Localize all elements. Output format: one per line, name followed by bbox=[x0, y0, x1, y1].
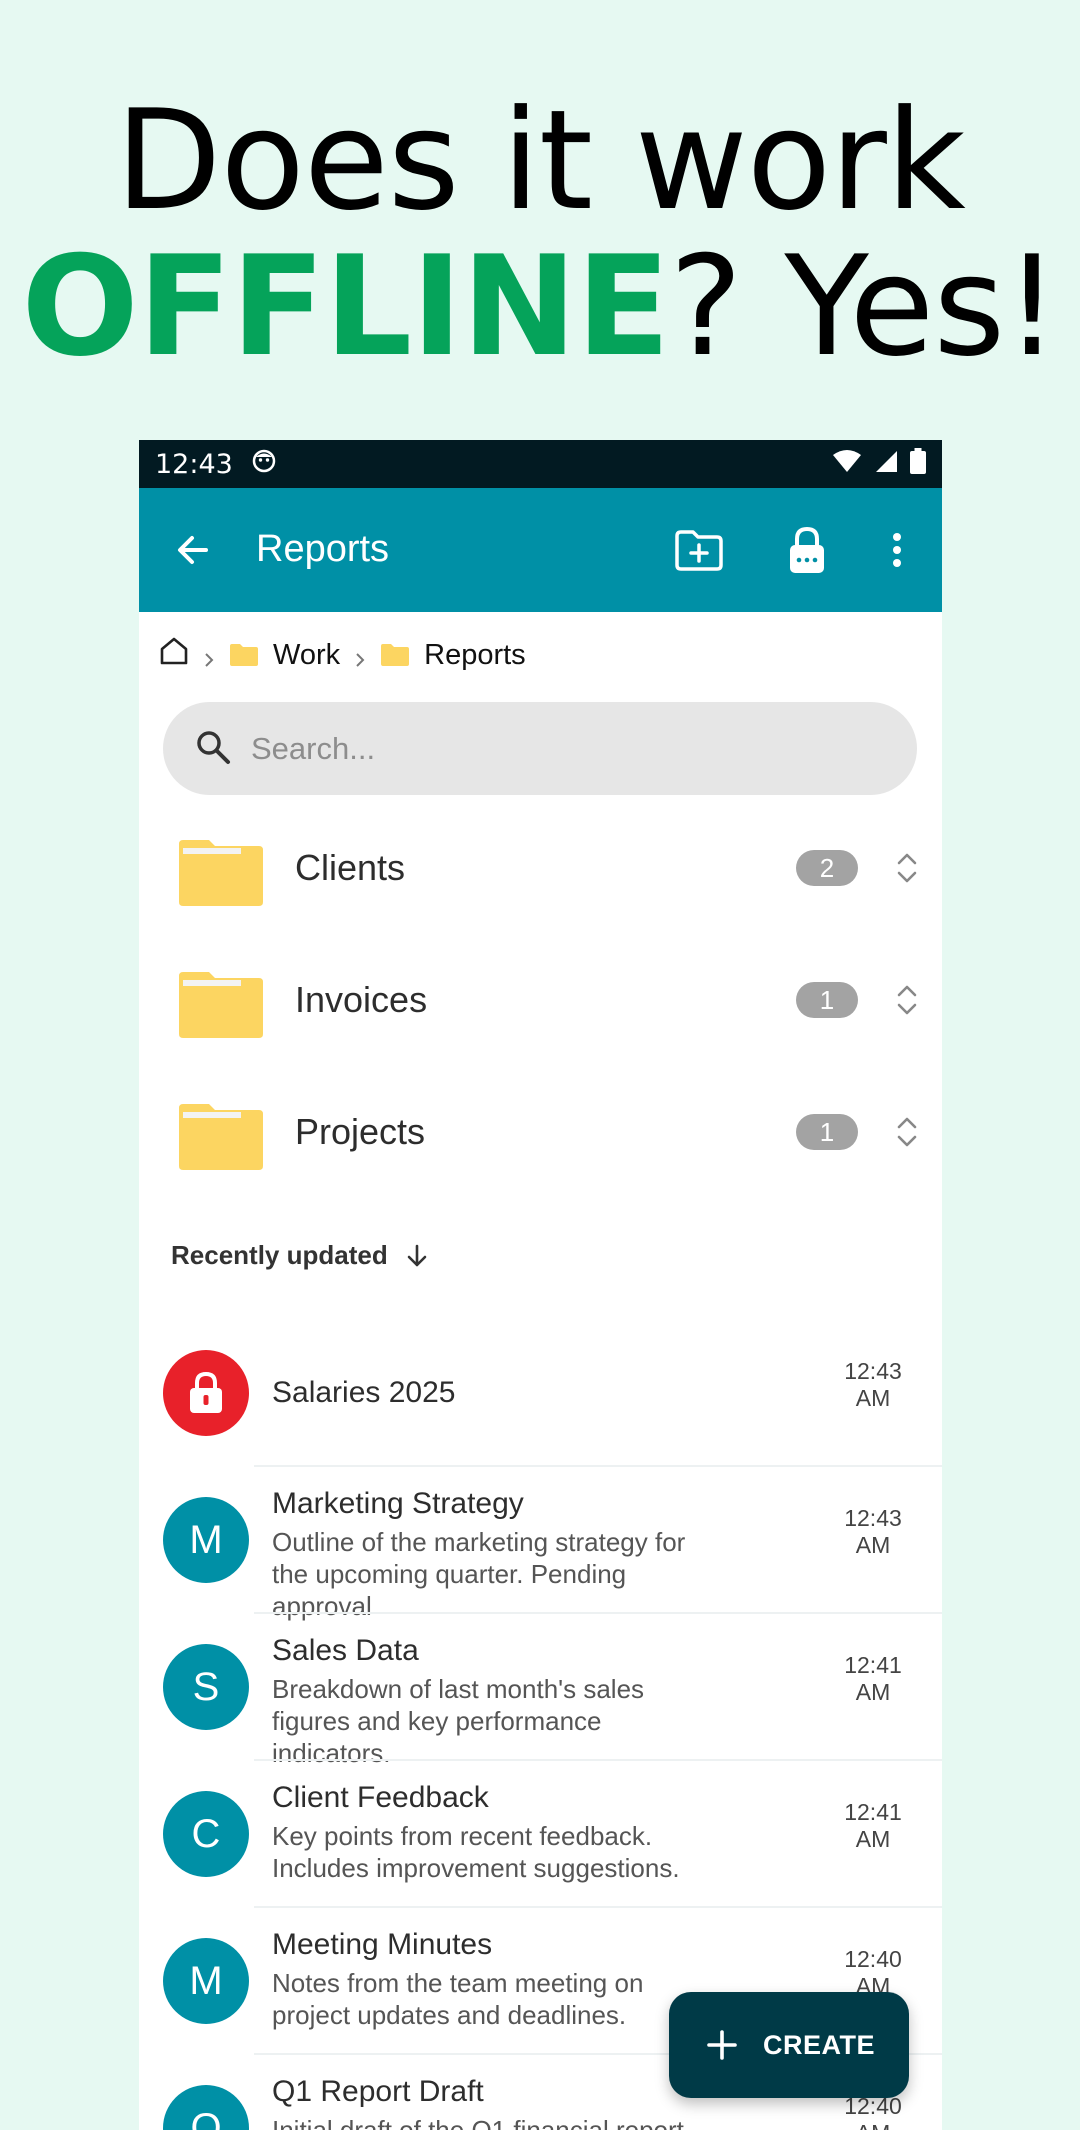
breadcrumb-label: Work bbox=[273, 638, 341, 671]
home-icon[interactable] bbox=[159, 636, 189, 674]
lock-icon[interactable] bbox=[781, 524, 833, 576]
create-button-label: CREATE bbox=[763, 2029, 876, 2060]
folder-count-badge: 1 bbox=[796, 982, 858, 1018]
avatar: M bbox=[163, 1497, 249, 1583]
avatar: M bbox=[163, 1938, 249, 2024]
search-bar[interactable] bbox=[163, 702, 917, 795]
folder-name: Invoices bbox=[295, 979, 428, 1020]
headline-line-2: OFFLINE? Yes! bbox=[0, 234, 1080, 380]
phone-screen: 12:43 Reports Work Reports Search... Cli… bbox=[139, 440, 942, 2130]
headline: Does it work OFFLINE? Yes! bbox=[0, 88, 1080, 380]
folder-icon bbox=[179, 972, 263, 1038]
note-time: 12:40 AM bbox=[844, 2093, 902, 2130]
breadcrumb-label: Reports bbox=[424, 638, 526, 671]
search-input[interactable] bbox=[251, 730, 851, 767]
lock-icon bbox=[190, 1371, 222, 1413]
folder-icon bbox=[179, 840, 263, 906]
back-arrow-icon[interactable] bbox=[173, 530, 213, 570]
note-time: 12:43 AM bbox=[844, 1358, 902, 1411]
note-title: Sales Data bbox=[272, 1634, 419, 1667]
headline-accent: OFFLINE bbox=[21, 226, 670, 387]
app-bar-title: Reports bbox=[256, 528, 390, 570]
search-icon bbox=[195, 729, 231, 769]
folder-icon bbox=[179, 1104, 263, 1170]
note-item[interactable]: M Marketing Strategy Outline of the mark… bbox=[139, 1467, 942, 1621]
note-item[interactable]: Salaries 2025 12:43 AM bbox=[139, 1320, 942, 1467]
arrow-down-icon bbox=[407, 1244, 427, 1266]
note-time: 12:41 AM bbox=[844, 1652, 902, 1705]
create-button[interactable]: CREATE bbox=[669, 1992, 909, 2098]
note-title: Client Feedback bbox=[272, 1781, 489, 1814]
note-preview: Breakdown of last month's sales figures … bbox=[272, 1674, 645, 1768]
avatar: S bbox=[163, 1644, 249, 1730]
note-preview: Initial draft of the Q1 financial report… bbox=[272, 2115, 692, 2130]
folder-name: Clients bbox=[295, 847, 406, 888]
folder-count-badge: 2 bbox=[796, 850, 858, 886]
app-bar: Reports bbox=[139, 488, 942, 612]
note-title: Meeting Minutes bbox=[272, 1928, 493, 1961]
note-title: Q1 Report Draft bbox=[272, 2075, 484, 2108]
folder-name: Projects bbox=[295, 1111, 426, 1152]
sort-label: Recently updated bbox=[171, 1240, 388, 1270]
headline-rest: ? Yes! bbox=[669, 226, 1059, 387]
note-item[interactable]: C Client Feedback Key points from recent… bbox=[139, 1761, 942, 1908]
note-title: Salaries 2025 bbox=[272, 1376, 456, 1409]
folder-item-clients[interactable]: Clients 2 bbox=[139, 802, 942, 934]
more-vert-icon[interactable] bbox=[871, 524, 923, 576]
folder-icon bbox=[230, 644, 258, 666]
unfold-icon[interactable] bbox=[894, 1115, 920, 1149]
breadcrumb-item-work[interactable]: Work bbox=[229, 639, 340, 672]
wifi-icon bbox=[832, 449, 862, 480]
unfold-icon[interactable] bbox=[894, 983, 920, 1017]
status-time: 12:43 bbox=[155, 448, 233, 480]
folder-icon bbox=[381, 644, 410, 666]
chevron-right-icon bbox=[352, 645, 368, 667]
plus-icon bbox=[707, 2030, 737, 2060]
note-preview: Outline of the marketing strategy for th… bbox=[272, 1527, 686, 1621]
note-time: 12:43 AM bbox=[844, 1505, 902, 1558]
chevron-right-icon bbox=[201, 645, 217, 667]
note-preview: Key points from recent feedback. Include… bbox=[272, 1821, 680, 1883]
breadcrumb-item-reports[interactable]: Reports bbox=[380, 639, 526, 672]
note-item[interactable]: S Sales Data Breakdown of last month's s… bbox=[139, 1614, 942, 1768]
status-bar: 12:43 bbox=[139, 440, 942, 488]
folder-count-badge: 1 bbox=[796, 1114, 858, 1150]
battery-icon bbox=[910, 447, 926, 481]
unfold-icon[interactable] bbox=[894, 851, 920, 885]
face-icon bbox=[251, 448, 277, 481]
signal-icon bbox=[874, 449, 898, 480]
avatar: Q bbox=[163, 2085, 249, 2130]
folder-item-projects[interactable]: Projects 1 bbox=[139, 1066, 942, 1198]
sort-selector[interactable]: Recently updated bbox=[171, 1240, 428, 1271]
breadcrumb: Work Reports bbox=[139, 625, 942, 685]
folder-item-invoices[interactable]: Invoices 1 bbox=[139, 934, 942, 1066]
note-title: Marketing Strategy bbox=[272, 1487, 524, 1520]
note-time: 12:41 AM bbox=[844, 1799, 902, 1852]
avatar: C bbox=[163, 1791, 249, 1877]
headline-line-1: Does it work bbox=[115, 80, 966, 241]
status-icons bbox=[832, 447, 926, 481]
folder-list: Clients 2 Invoices 1 Projects 1 bbox=[139, 802, 942, 1198]
note-preview: Notes from the team meeting on project u… bbox=[272, 1968, 644, 2030]
new-folder-icon[interactable] bbox=[673, 524, 725, 576]
avatar-locked bbox=[163, 1350, 249, 1436]
